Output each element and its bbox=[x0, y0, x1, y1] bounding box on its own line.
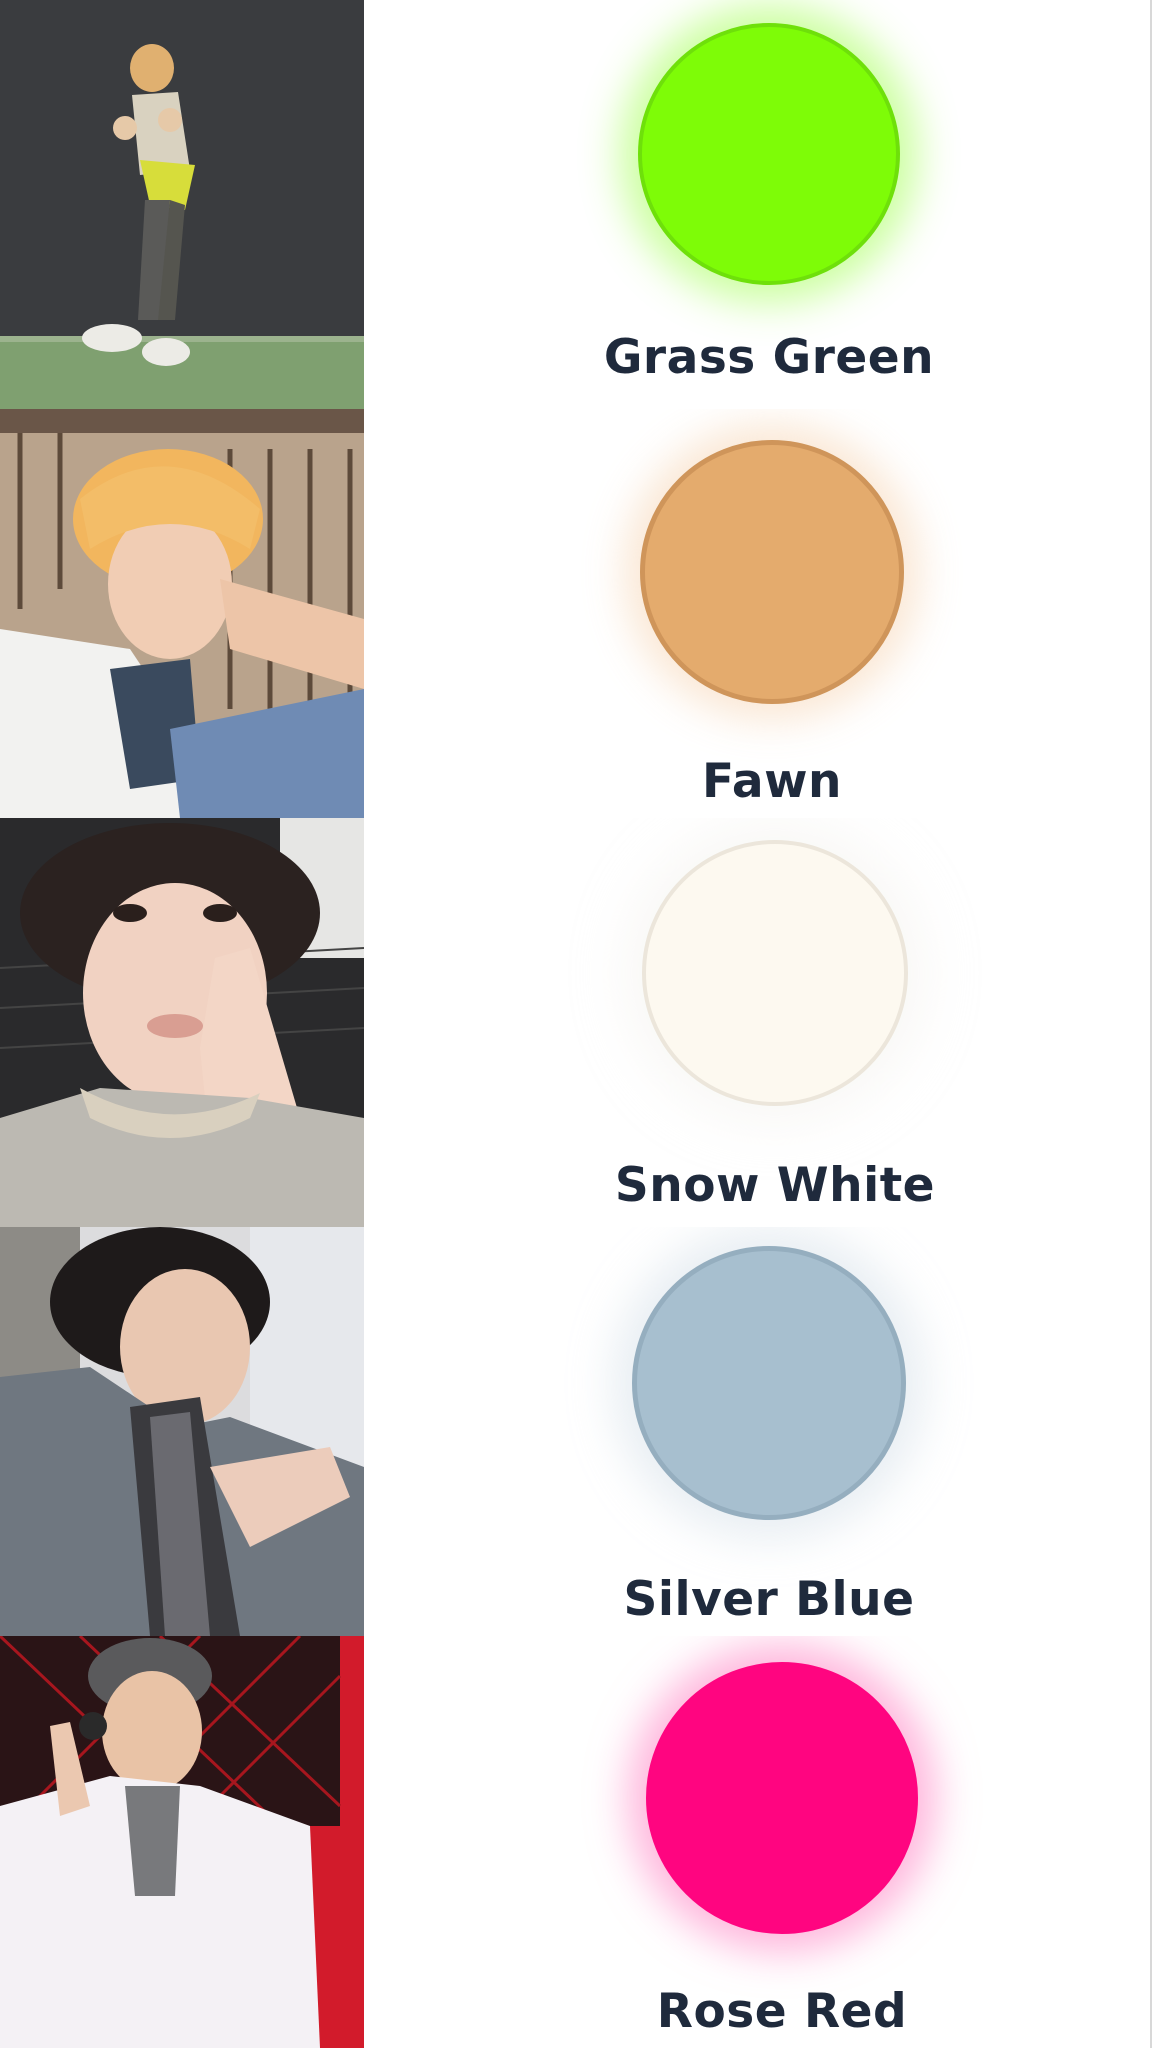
color-swatch bbox=[632, 1246, 906, 1520]
person-photo bbox=[0, 409, 364, 818]
person-photo-icon bbox=[0, 818, 364, 1227]
swatch-area: Grass Green bbox=[364, 0, 1152, 409]
color-swatch bbox=[638, 23, 900, 285]
color-name-label: Silver Blue bbox=[623, 1572, 915, 1627]
person-photo bbox=[0, 1227, 364, 1636]
person-photo-icon bbox=[0, 1227, 364, 1636]
person-photo bbox=[0, 0, 364, 409]
person-photo-icon bbox=[0, 0, 364, 409]
color-row-silver-blue: Silver Blue bbox=[0, 1227, 1152, 1636]
color-swatch bbox=[640, 440, 904, 704]
person-photo bbox=[0, 818, 364, 1227]
color-name-label: Snow White bbox=[614, 1158, 936, 1213]
color-name-label: Fawn bbox=[702, 754, 842, 809]
swatch-area: Fawn bbox=[364, 409, 1152, 818]
color-row-grass-green: Grass Green bbox=[0, 0, 1152, 409]
color-row-snow-white: Snow White bbox=[0, 818, 1152, 1227]
swatch-area: Silver Blue bbox=[364, 1227, 1152, 1636]
person-photo-icon bbox=[0, 409, 364, 818]
color-row-rose-red: Rose Red bbox=[0, 1636, 1152, 2048]
color-name-label: Rose Red bbox=[656, 1984, 908, 2039]
person-photo-icon bbox=[0, 1636, 364, 2048]
color-row-fawn: Fawn bbox=[0, 409, 1152, 818]
person-photo bbox=[0, 1636, 364, 2048]
color-swatch bbox=[646, 1662, 918, 1934]
swatch-area: Rose Red bbox=[364, 1636, 1152, 2045]
color-swatch bbox=[642, 840, 908, 1106]
color-name-label: Grass Green bbox=[603, 330, 935, 385]
swatch-area: Snow White bbox=[364, 818, 1152, 1227]
